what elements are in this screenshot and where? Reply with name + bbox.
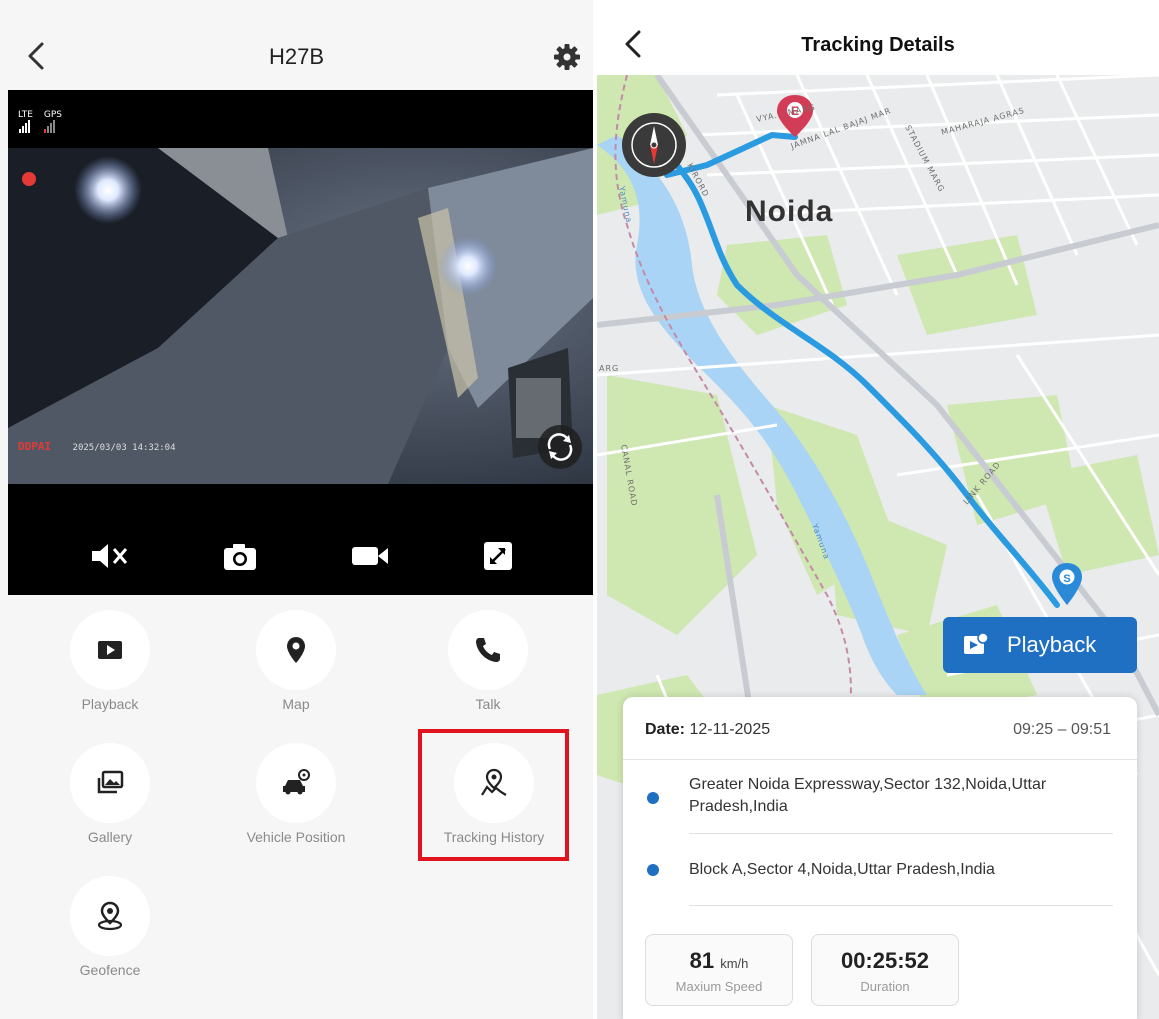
- live-video-view[interactable]: LTE GPS DDPAI 2025/03/03 14:32:04: [8, 90, 593, 595]
- device-header: H27B: [0, 0, 593, 90]
- camera-icon: [224, 544, 256, 570]
- recording-indicator: [22, 172, 36, 186]
- max-speed-value: 81 km/h: [646, 948, 792, 974]
- camera-feed-image: [8, 148, 593, 484]
- speed-number: 81: [689, 948, 715, 973]
- video-osd: DDPAI 2025/03/03 14:32:04: [18, 440, 176, 453]
- feature-geofence[interactable]: Geofence: [30, 876, 190, 996]
- trip-details-card: Date: 12-11-2025 09:25 – 09:51 Greater N…: [623, 697, 1137, 1019]
- video-camera-icon: [352, 547, 388, 565]
- city-label: Noida: [745, 195, 834, 228]
- tracking-history-highlight: [418, 729, 569, 861]
- playback-label: Playback: [1007, 632, 1097, 657]
- osd-timestamp: 2025/03/03 14:32:04: [72, 443, 176, 453]
- trip-time-range: 09:25 – 09:51: [1013, 721, 1111, 738]
- feature-gallery[interactable]: Gallery: [30, 743, 190, 863]
- settings-button[interactable]: [552, 42, 582, 72]
- duration-stat: 00:25:52 Duration: [811, 934, 959, 1006]
- trip-date: Date: 12-11-2025: [645, 721, 770, 739]
- phone-icon: [476, 638, 500, 662]
- tracking-header: Tracking Details: [597, 0, 1159, 75]
- playback-icon: [964, 633, 989, 654]
- date-value: 12-11-2025: [689, 721, 771, 738]
- playback-button[interactable]: Playback: [943, 617, 1137, 673]
- play-icon: [98, 641, 122, 659]
- gps-label: GPS: [43, 110, 62, 120]
- divider: [623, 759, 1137, 760]
- feature-map[interactable]: Map: [216, 610, 376, 730]
- gear-icon: [554, 44, 580, 70]
- expand-icon: [484, 542, 512, 570]
- feature-talk[interactable]: Talk: [408, 610, 568, 730]
- signal-bars-icon: [19, 120, 55, 133]
- feature-vehicle-position[interactable]: Vehicle Position: [216, 743, 376, 863]
- feature-label: Map: [282, 696, 310, 712]
- max-speed-label: Maxium Speed: [675, 979, 763, 994]
- feature-icon-circle: [70, 610, 150, 690]
- map-pin-icon: [287, 637, 305, 663]
- feature-label: Vehicle Position: [246, 829, 346, 845]
- duration-value: 00:25:52: [840, 948, 930, 973]
- record-button[interactable]: [348, 536, 392, 576]
- compass-icon: [622, 113, 686, 177]
- feature-label: Talk: [475, 696, 501, 712]
- snapshot-button[interactable]: [218, 536, 262, 576]
- road-label: ARG: [599, 364, 619, 373]
- date-label: Date:: [645, 721, 686, 738]
- page-title: Tracking Details: [801, 34, 955, 56]
- car-icon: [283, 769, 310, 795]
- feature-label: Geofence: [79, 962, 141, 978]
- start-marker-label: S: [1063, 573, 1070, 585]
- feature-icon-circle: [70, 876, 150, 956]
- start-address-dot: [647, 792, 659, 804]
- feature-icon-circle: [448, 610, 528, 690]
- gallery-icon: [97, 770, 124, 794]
- lte-label: LTE: [18, 110, 33, 120]
- max-speed-stat: 81 km/h Maxium Speed: [645, 934, 793, 1006]
- rotate-icon: [547, 433, 573, 461]
- signal-indicator: LTE GPS: [18, 110, 62, 133]
- page-title: H27B: [268, 44, 325, 69]
- speed-unit: km/h: [720, 956, 749, 971]
- compass-button[interactable]: [621, 112, 687, 178]
- feature-icon-circle: [256, 743, 336, 823]
- divider: [689, 905, 1113, 906]
- rotate-camera-button[interactable]: [538, 425, 582, 469]
- divider: [689, 833, 1113, 834]
- start-address: Greater Noida Expressway,Sector 132,Noid…: [689, 776, 1047, 815]
- feature-icon-circle: [256, 610, 336, 690]
- feature-playback[interactable]: Playback: [30, 610, 190, 730]
- mute-button[interactable]: [88, 536, 132, 576]
- end-address-dot: [647, 864, 659, 876]
- osd-brand: DDPAI: [18, 440, 52, 453]
- geofence-icon: [97, 901, 123, 931]
- tracking-details-screen: E S VYA... MARG JAMNA LAL BAJAJ MAR MAHA…: [597, 0, 1159, 1019]
- speaker-muted-icon: [92, 544, 128, 568]
- end-address: Block A,Sector 4,Noida,Uttar Pradesh,Ind…: [689, 861, 995, 878]
- device-screen: H27B LTE GPS DDPAI 2025/03/03 14:32:04 P…: [0, 0, 593, 1019]
- feature-label: Playback: [81, 696, 139, 712]
- fullscreen-button[interactable]: [476, 536, 520, 576]
- feature-label: Gallery: [87, 829, 133, 845]
- duration-label: Duration: [860, 979, 910, 994]
- feature-icon-circle: [70, 743, 150, 823]
